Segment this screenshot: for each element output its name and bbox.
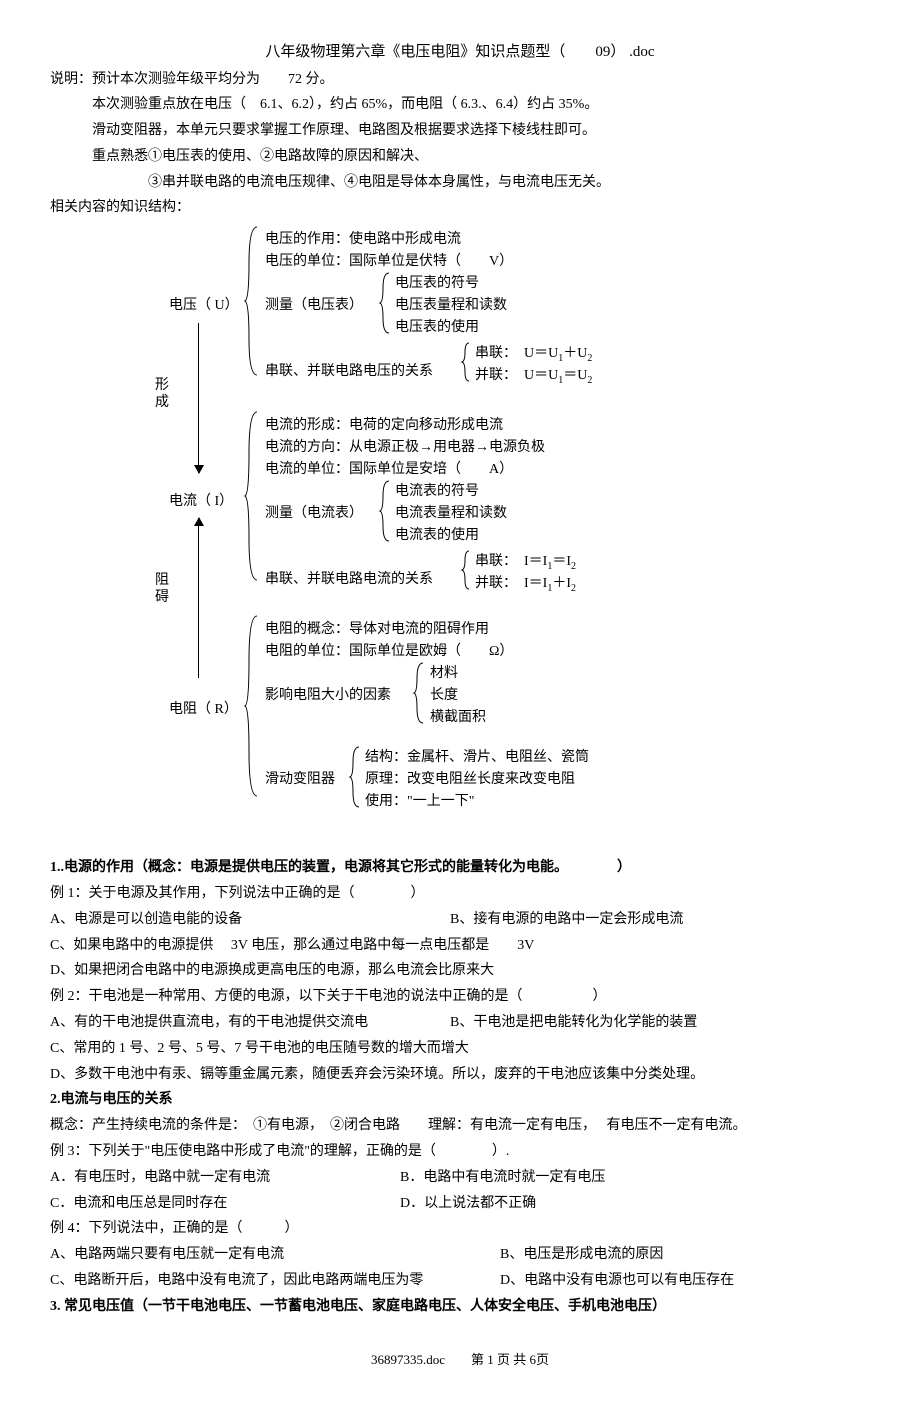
voltage-role: 电压的作用：使电路中形成电流: [265, 228, 461, 252]
brace-icon: [378, 478, 392, 544]
doc-title: 八年级物理第六章《电压电阻》知识点题型（ 09） .doc: [50, 40, 870, 66]
q2e4-options-ab: A、电路两端只要有电压就一定有电流B、电压是形成电流的原因: [50, 1243, 870, 1267]
brace-icon: [243, 408, 261, 588]
voltmeter-symbol: 电压表的符号: [395, 272, 479, 296]
factor-area: 横截面积: [430, 706, 486, 730]
intro-line-5: ③串并联电路的电流电压规律、④电阻是导体本身属性，与电流电压无关。: [148, 171, 870, 195]
brace-icon: [348, 744, 362, 810]
q1e2-option-d: D、多数干电池中有汞、镉等重金属元素，随便丢弃会污染环境。所以，废弃的干电池应该…: [50, 1063, 870, 1087]
voltmeter-usage: 电压表的使用: [395, 316, 479, 340]
resistance-concept: 电阻的概念：导体对电流的阻碍作用: [265, 618, 489, 642]
brace-icon: [460, 340, 472, 384]
q2-options-ab: A．有电压时，电路中就一定有电流B．电路中有电流时就一定有电压: [50, 1166, 870, 1190]
voltage-relation: 串联、并联电路电压的关系: [265, 360, 433, 384]
voltage-parallel: 并联： U＝U1＝U2: [475, 364, 592, 389]
q1-heading: 1..电源的作用（概念：电源是提供电压的装置，电源将其它形式的能量转化为电能。 …: [50, 856, 870, 880]
structure-heading: 相关内容的知识结构：: [50, 196, 870, 220]
voltage-measure: 测量（电压表）: [265, 294, 363, 318]
example-2: 例 2：干电池是一种常用、方便的电源，以下关于干电池的说法中正确的是（ ）: [50, 985, 870, 1009]
q2-heading: 2.电流与电压的关系: [50, 1088, 870, 1112]
intro-line-2: 本次测验重点放在电压（ 6.1、6.2），约占 65%，而电阻（ 6.3.、6.…: [92, 93, 870, 117]
brace-icon: [243, 612, 261, 802]
current-direction: 电流的方向：从电源正极→用电器→电源负极: [265, 436, 545, 460]
current-label: 电流（ I）: [169, 490, 233, 514]
q1-option-d: D、如果把闭合电路中的电源换成更高电压的电源，那么电流会比原来大: [50, 959, 870, 983]
rheostat-label: 滑动变阻器: [265, 768, 335, 792]
factor-length: 长度: [430, 684, 458, 708]
q2-concept: 概念：产生持续电流的条件是： ①有电源， ②闭合电路 理解：有电流一定有电压， …: [50, 1114, 870, 1138]
arrow-up-icon: [198, 518, 199, 678]
q2-options-cd: C．电流和电压总是同时存在D．以上说法都不正确: [50, 1192, 870, 1216]
current-parallel: 并联： I＝I1＋I2: [475, 572, 576, 597]
current-formation: 电流的形成：电荷的定向移动形成电流: [265, 414, 503, 438]
example-3: 例 3：下列关于"电压使电路中形成了电流"的理解，正确的是（ ）.: [50, 1140, 870, 1164]
ammeter-usage: 电流表的使用: [395, 524, 479, 548]
brace-icon: [460, 548, 472, 592]
brace-icon: [243, 223, 261, 383]
ammeter-range: 电流表量程和读数: [395, 502, 507, 526]
resistance-factors: 影响电阻大小的因素: [265, 684, 391, 708]
arrow-down-icon: [198, 323, 199, 473]
block-label: 阻碍: [155, 573, 169, 607]
q1-options-ab: A、电源是可以创造电能的设备B、接有电源的电路中一定会形成电流: [50, 908, 870, 932]
rheostat-structure: 结构：金属杆、滑片、电阻丝、瓷筒: [365, 746, 589, 770]
q1e2-options-ab: A、有的干电池提供直流电，有的干电池提供交流电B、干电池是把电能转化为化学能的装…: [50, 1011, 870, 1035]
intro-line-3: 滑动变阻器，本单元只要求掌握工作原理、电路图及根据要求选择下棱线柱即可。: [92, 119, 870, 143]
q1e2-option-c: C、常用的 1 号、2 号、5 号、7 号干电池的电压随号数的增大而增大: [50, 1037, 870, 1061]
intro-line-4: 重点熟悉①电压表的使用、②电路故障的原因和解决、: [92, 145, 870, 169]
form-label: 形成: [155, 378, 169, 412]
rheostat-usage: 使用："一上一下": [365, 790, 474, 814]
knowledge-structure-diagram: 电压（ U） 电压的作用：使电路中形成电流 电压的单位：国际单位是伏特（ V） …: [50, 228, 870, 848]
ammeter-symbol: 电流表的符号: [395, 480, 479, 504]
rheostat-principle: 原理：改变电阻丝长度来改变电阻: [365, 768, 575, 792]
example-1: 例 1：关于电源及其作用，下列说法中正确的是（ ）: [50, 882, 870, 906]
q1-option-c: C、如果电路中的电源提供 3V 电压，那么通过电路中每一点电压都是 3V: [50, 934, 870, 958]
intro-line-1: 说明：预计本次测验年级平均分为 72 分。: [50, 68, 870, 92]
brace-icon: [412, 660, 426, 726]
resistance-label: 电阻（ R）: [169, 698, 238, 722]
current-measure: 测量（电流表）: [265, 502, 363, 526]
current-relation: 串联、并联电路电流的关系: [265, 568, 433, 592]
q3-heading: 3. 常见电压值（一节干电池电压、一节蓄电池电压、家庭电路电压、人体安全电压、手…: [50, 1295, 870, 1319]
factor-material: 材料: [430, 662, 458, 686]
example-4: 例 4：下列说法中，正确的是（ ）: [50, 1217, 870, 1241]
voltage-label: 电压（ U）: [169, 294, 239, 318]
brace-icon: [378, 270, 392, 336]
q2e4-options-cd: C、电路断开后，电路中没有电流了，因此电路两端电压为零D、电路中没有电源也可以有…: [50, 1269, 870, 1293]
resistance-unit: 电阻的单位：国际单位是欧姆（ Ω）: [265, 640, 513, 664]
page-footer: 36897335.doc 第 1 页 共 6页: [50, 1349, 870, 1371]
voltmeter-range: 电压表量程和读数: [395, 294, 507, 318]
